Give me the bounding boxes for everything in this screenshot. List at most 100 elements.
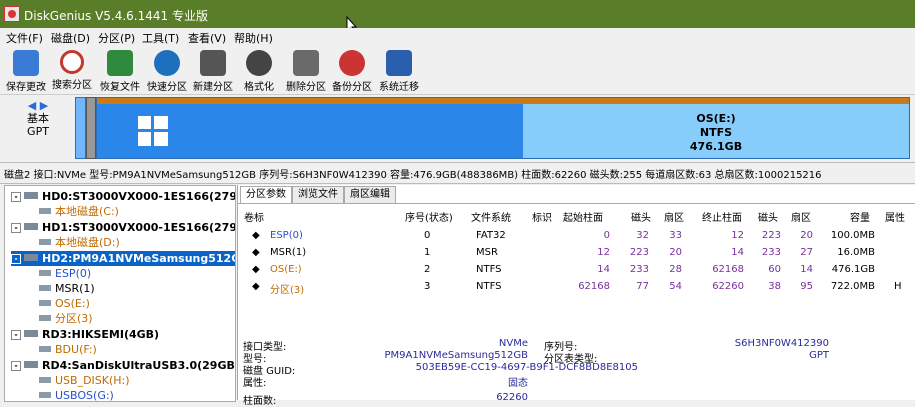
- tree-item-hd0[interactable]: - HD0:ST3000VX000-1ES166(2795G: [11, 189, 236, 204]
- system-migrate-button[interactable]: 系统迁移: [375, 48, 423, 93]
- menu-view[interactable]: 查看(V): [188, 30, 226, 46]
- collapse-icon[interactable]: -: [11, 254, 21, 264]
- msr-segment[interactable]: [86, 97, 96, 159]
- col-end-head[interactable]: 磁头: [758, 209, 778, 224]
- col-start-sector[interactable]: 扇区: [664, 209, 684, 224]
- new-partition-icon: [200, 50, 226, 76]
- delete-partition-button[interactable]: 删除分区: [282, 48, 330, 93]
- cell-fs: FAT32: [476, 230, 506, 241]
- tree-item-label: HD0:ST3000VX000-1ES166(2795G: [42, 190, 236, 203]
- col-end-sector[interactable]: 扇区: [791, 209, 811, 224]
- menu-tools[interactable]: 工具(T): [142, 30, 179, 46]
- tree-item-rd4[interactable]: - RD4:SanDiskUltraUSB3.0(29GB): [11, 358, 235, 373]
- menu-help[interactable]: 帮助(H): [234, 30, 273, 46]
- menu-file[interactable]: 文件(F): [6, 30, 43, 46]
- system-migrate-label: 系统迁移: [379, 82, 419, 93]
- disk-nav-arrows[interactable]: ◀ ▶: [8, 99, 68, 112]
- esp-segment[interactable]: [75, 97, 86, 159]
- menu-partition[interactable]: 分区(P): [98, 30, 135, 46]
- partition-icon: [39, 392, 51, 398]
- tree-item-label: USB_DISK(H:): [55, 374, 130, 387]
- tree-item-part3[interactable]: 分区(3): [39, 311, 93, 326]
- col-index[interactable]: 序号(状态): [405, 209, 453, 224]
- os-segment[interactable]: OS(E:) NTFS 476.1GB: [96, 97, 910, 159]
- col-end-cyl[interactable]: 终止柱面: [702, 209, 742, 224]
- cell-fs: NTFS: [476, 281, 502, 292]
- cell-end-head: 60: [768, 264, 781, 275]
- delete-icon: [293, 50, 319, 76]
- partition-icon: [39, 270, 51, 276]
- recover-files-button[interactable]: 恢复文件: [96, 48, 144, 93]
- disk-icon: [24, 330, 38, 337]
- tree-item-label: OS(E:): [55, 297, 90, 310]
- table-row[interactable]: ◆ OS(E:) 2 NTFS 14 233 28 62168 60 14 47…: [244, 264, 914, 278]
- tab-browse-files[interactable]: 浏览文件: [292, 186, 344, 203]
- tree-item-d[interactable]: 本地磁盘(D:): [39, 235, 120, 250]
- collapse-icon[interactable]: -: [11, 192, 21, 202]
- disk-icon: [24, 361, 38, 368]
- tree-item-label: USBOS(G:): [55, 389, 114, 402]
- interface-value: NVMe: [498, 338, 528, 349]
- col-start-cyl[interactable]: 起始柱面: [563, 209, 603, 224]
- cell-start-head: 233: [629, 264, 649, 275]
- cell-index: 0: [424, 230, 431, 241]
- new-partition-button[interactable]: 新建分区: [189, 48, 237, 93]
- table-row[interactable]: ◆ MSR(1) 1 MSR 12 223 20 14 233 27 16.0M…: [244, 247, 914, 261]
- tree-item-h[interactable]: USB_DISK(H:): [39, 373, 130, 388]
- table-row[interactable]: ◆ 分区(3) 3 NTFS 62168 77 54 62260 38 95 7…: [244, 281, 914, 296]
- new-partition-label: 新建分区: [193, 82, 233, 93]
- col-label[interactable]: 卷标: [244, 209, 264, 224]
- partition-icon: ◆: [252, 281, 260, 292]
- col-start-head[interactable]: 磁头: [631, 209, 651, 224]
- tree-item-msr[interactable]: MSR(1): [39, 281, 95, 296]
- disk-tree: - HD0:ST3000VX000-1ES166(2795G 本地磁盘(C:) -…: [4, 185, 236, 402]
- tree-item-label: HD1:ST3000VX000-1ES166(2795G: [42, 221, 236, 234]
- attribute-value: 固态: [508, 378, 528, 389]
- cell-label: ESP(0): [270, 230, 303, 241]
- col-fs[interactable]: 文件系统: [471, 209, 511, 224]
- tree-item-os[interactable]: OS(E:): [39, 296, 90, 311]
- menu-disk[interactable]: 磁盘(D): [51, 30, 90, 46]
- tree-item-c[interactable]: 本地磁盘(C:): [39, 204, 119, 219]
- col-capacity[interactable]: 容量: [850, 209, 870, 224]
- format-label: 格式化: [244, 82, 274, 93]
- cell-start-head: 32: [636, 230, 649, 241]
- cell-end-cyl: 14: [731, 247, 744, 258]
- cell-index: 3: [424, 281, 431, 292]
- backup-partition-button[interactable]: 备份分区: [328, 48, 376, 93]
- disk-style-label: 基本: [27, 112, 49, 125]
- search-partition-button[interactable]: 搜索分区: [48, 48, 96, 92]
- collapse-icon[interactable]: -: [11, 361, 21, 371]
- col-attr[interactable]: 属性: [885, 209, 905, 224]
- partition-icon: ◆: [252, 247, 260, 258]
- cell-end-cyl: 62168: [712, 264, 744, 275]
- tree-item-rd3[interactable]: - RD3:HIKSEMI(4GB): [11, 327, 159, 342]
- tree-item-hd1[interactable]: - HD1:ST3000VX000-1ES166(2795G: [11, 220, 236, 235]
- tab-partition-params[interactable]: 分区参数: [240, 186, 292, 203]
- collapse-icon[interactable]: -: [11, 223, 21, 233]
- tree-item-esp[interactable]: ESP(0): [39, 266, 91, 281]
- tree-item-f[interactable]: BDU(F:): [39, 342, 97, 357]
- cell-start-cyl: 62168: [578, 281, 610, 292]
- collapse-icon[interactable]: -: [11, 330, 21, 340]
- col-id[interactable]: 标识: [532, 209, 552, 224]
- save-button[interactable]: 保存更改: [2, 48, 50, 93]
- tab-sector-edit[interactable]: 扇区编辑: [344, 186, 396, 203]
- cell-end-sector: 95: [800, 281, 813, 292]
- search-icon: [60, 50, 84, 74]
- quick-partition-button[interactable]: 快速分区: [143, 48, 191, 93]
- partition-icon: [39, 315, 51, 321]
- cell-end-cyl: 12: [731, 230, 744, 241]
- tree-item-label: MSR(1): [55, 282, 95, 295]
- partition-icon: ◆: [252, 264, 260, 275]
- table-row[interactable]: ◆ ESP(0) 0 FAT32 0 32 33 12 223 20 100.0…: [244, 230, 914, 244]
- cell-attr: H: [894, 281, 902, 292]
- disk-nav: ◀ ▶ 基本 GPT: [8, 99, 68, 157]
- tree-item-label: 本地磁盘(D:): [55, 236, 120, 249]
- cell-start-sector: 33: [669, 230, 682, 241]
- tree-item-hd2[interactable]: - HD2:PM9A1NVMeSamsung512GB: [11, 251, 235, 266]
- cell-end-cyl: 62260: [712, 281, 744, 292]
- cell-index: 1: [424, 247, 431, 258]
- format-button[interactable]: 格式化: [235, 48, 283, 93]
- tree-item-label: RD3:HIKSEMI(4GB): [42, 328, 160, 341]
